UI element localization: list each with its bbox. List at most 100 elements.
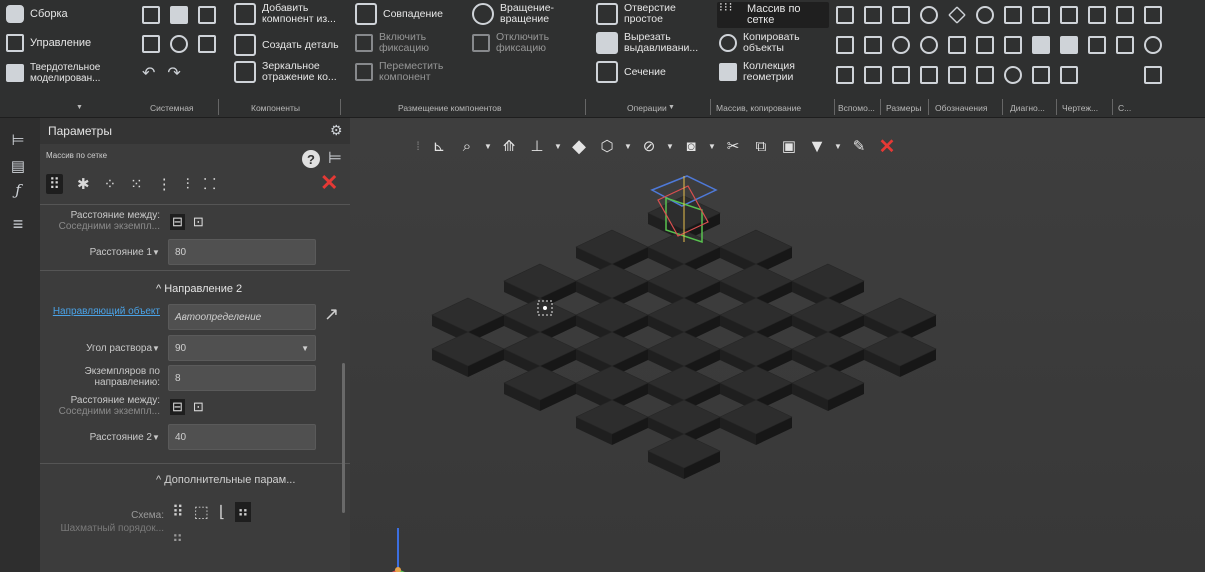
toolbar-close-icon[interactable]: ✕ [876, 135, 898, 158]
check-icon[interactable] [1032, 36, 1050, 54]
rotation-rotation-button[interactable]: Вращение-вращение [472, 3, 580, 25]
scheme-checker-icon[interactable]: ⠶ [235, 502, 251, 522]
view-icon[interactable] [1088, 36, 1106, 54]
scheme-corner-icon[interactable]: ⌊ [219, 502, 225, 522]
axis-point-icon[interactable] [864, 36, 882, 54]
shaded-cube-icon[interactable]: ◆ [568, 135, 590, 157]
enable-fix-button[interactable]: Включить фиксацию [355, 32, 449, 54]
help-icon[interactable]: ? [302, 150, 320, 168]
scheme-full-grid-icon[interactable]: ⠿ [172, 502, 184, 522]
checker-order-icon[interactable]: ⠶ [172, 528, 183, 546]
aux-plane-icon[interactable] [892, 6, 910, 24]
measure-icon[interactable] [1060, 36, 1078, 54]
callout-icon[interactable] [920, 66, 938, 84]
properties-icon[interactable]: ▤ [8, 156, 28, 176]
spacing2-adjacent-icon[interactable]: ⊟ [170, 399, 185, 415]
orient-icon[interactable]: ⟰ [498, 135, 520, 157]
pen-icon[interactable]: ✎ [848, 135, 870, 157]
copy-objects-button[interactable]: Копировать объекты [719, 32, 819, 54]
aux-point-icon[interactable] [836, 6, 854, 24]
coincidence-button[interactable]: Совпадение [355, 3, 443, 25]
fill-mode-icon[interactable]: ⸬ [204, 174, 216, 194]
sheet-icon[interactable] [1116, 36, 1134, 54]
hide-dropdown-icon[interactable]: ▼ [666, 142, 674, 151]
angle-icon[interactable] [1004, 6, 1022, 24]
tab-control[interactable]: Управление [6, 34, 91, 52]
curve-icon[interactable] [836, 66, 854, 84]
tab-solid-modeling[interactable]: Твердотельное моделирован... [6, 62, 134, 84]
save-as-icon[interactable] [198, 35, 216, 53]
tree-toggle-icon[interactable]: ⊨ [328, 148, 342, 168]
scheme-frame-icon[interactable]: ⬚ [194, 502, 209, 522]
simple-hole-button[interactable]: Отверстие простое [596, 3, 704, 25]
sketch-line-icon[interactable] [836, 36, 854, 54]
filter-dropdown-icon[interactable]: ▼ [834, 142, 842, 151]
filter-icon[interactable]: ▼ [806, 135, 828, 157]
count-input[interactable]: 8 [168, 365, 316, 391]
section-button[interactable]: Сечение [596, 61, 666, 83]
circular-mode-icon[interactable]: ✱ [77, 175, 90, 193]
more-tools-icon[interactable] [1144, 6, 1162, 24]
curve-mode-icon[interactable]: ⁘ [104, 175, 117, 193]
direction-object-input[interactable]: Автоопределение [168, 304, 316, 330]
distance2-input[interactable]: 40 [168, 424, 316, 450]
gear-wheel-icon[interactable] [892, 36, 910, 54]
print-icon[interactable] [142, 35, 160, 53]
group-operations-expand[interactable]: ▼ [668, 99, 675, 116]
dimension-icon[interactable] [920, 6, 938, 24]
diameter-icon[interactable] [976, 6, 994, 24]
note-icon[interactable] [1032, 6, 1050, 24]
symbol-icon[interactable] [1060, 66, 1078, 84]
table-icon[interactable] [948, 66, 966, 84]
spacing2-total-icon[interactable]: ⊡ [193, 399, 204, 415]
diagnose-icon[interactable] [1088, 6, 1106, 24]
layers-icon[interactable]: ▣ [778, 135, 800, 157]
tree-icon[interactable]: ⊨ [8, 130, 28, 150]
move-component-button[interactable]: Переместить компонент [355, 61, 459, 83]
zoom-icon[interactable]: ⌕ [456, 135, 478, 157]
leader-icon[interactable] [1060, 6, 1078, 24]
orient-dropdown-icon[interactable]: ▼ [554, 142, 562, 151]
panel-scrollbar[interactable] [342, 363, 345, 513]
menu-icon[interactable]: ≡ [8, 214, 28, 234]
geometry-collection-button[interactable]: Коллекция геометрии [719, 61, 819, 83]
redo-icon[interactable]: ↷ [167, 63, 180, 83]
spacing-total-icon[interactable]: ⊡ [193, 214, 204, 230]
section-view-icon[interactable] [892, 66, 910, 84]
tolerance-icon[interactable] [1004, 36, 1022, 54]
weld-icon[interactable] [976, 66, 994, 84]
create-part-button[interactable]: Создать деталь [234, 34, 339, 56]
distance2-dropdown-icon[interactable]: ▼ [152, 432, 160, 443]
camera-dropdown-icon[interactable]: ▼ [708, 142, 716, 151]
angle-select[interactable]: 90 ▼ [168, 335, 316, 361]
settings-small-icon[interactable] [1144, 36, 1162, 54]
drawing-icon[interactable] [1116, 6, 1134, 24]
preview-icon[interactable] [170, 35, 188, 53]
direction2-section-toggle[interactable]: ^ Направление 2 [156, 283, 242, 295]
spacing-adjacent-icon[interactable]: ⊟ [170, 214, 185, 230]
sketch-plane-icon[interactable]: ⊾ [428, 135, 450, 157]
distance1-dropdown-icon[interactable]: ▼ [152, 247, 160, 258]
variables-fx-icon[interactable]: ƒ [8, 180, 28, 200]
cut-line-icon[interactable] [864, 66, 882, 84]
points-mode-icon[interactable]: ⁙ [130, 175, 143, 193]
mirror-component-button[interactable]: Зеркальное отражение ко... [234, 61, 352, 83]
base-icon[interactable] [976, 36, 994, 54]
tab-assembly[interactable]: Сборка [6, 5, 68, 23]
new-file-icon[interactable] [142, 6, 160, 24]
mirror-mode-icon[interactable]: ⫶ [186, 176, 190, 193]
display-style-icon[interactable]: ⬡ [596, 135, 618, 157]
direction-object-link[interactable]: Направляющий объект [48, 306, 160, 317]
hide-icon[interactable]: ⊘ [638, 135, 660, 157]
aux-axis-icon[interactable] [864, 6, 882, 24]
pencil-icon[interactable] [948, 6, 966, 24]
camera-icon[interactable]: ◙ [680, 135, 702, 157]
save-icon[interactable] [198, 6, 216, 24]
table-mode-icon[interactable]: ⋮ [157, 175, 172, 193]
section-tool-icon[interactable]: ⧉ [750, 135, 772, 157]
open-folder-icon[interactable] [170, 6, 188, 24]
extra-params-toggle[interactable]: ^ Дополнительные парам... [156, 474, 295, 486]
cut-extrude-button[interactable]: Вырезать выдавливани... [596, 32, 719, 54]
add-component-button[interactable]: Добавить компонент из... [234, 3, 352, 25]
grid-mode-icon[interactable]: ⠿ [46, 174, 63, 194]
